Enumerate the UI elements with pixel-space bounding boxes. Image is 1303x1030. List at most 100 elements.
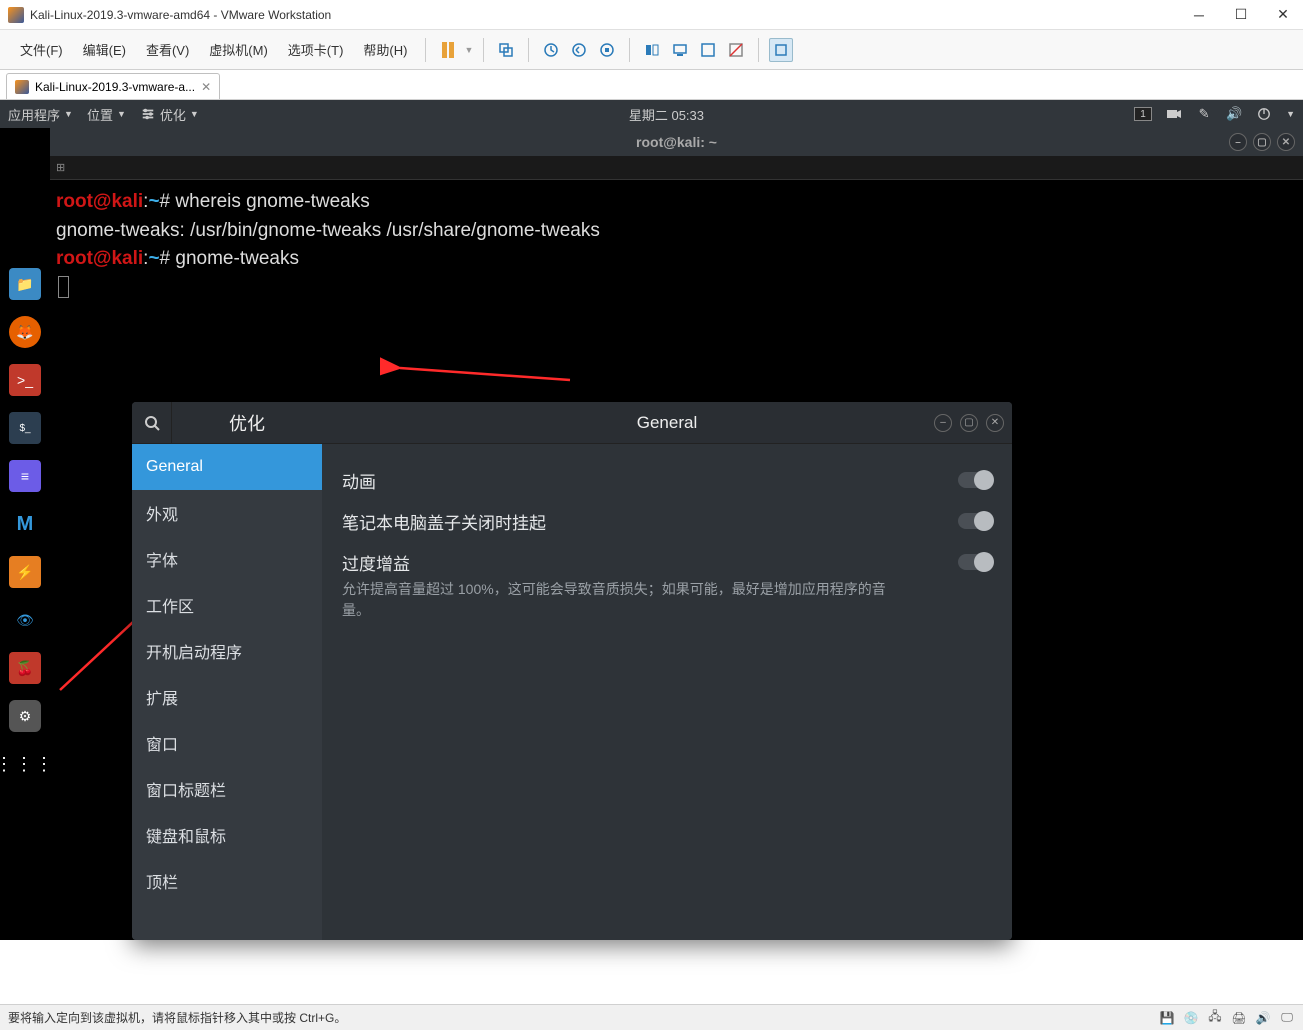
row-lid-label: 笔记本电脑盖子关闭时挂起 <box>342 509 958 534</box>
tweaks-panel-icon <box>140 106 156 122</box>
kali-dock: 📁 🦊 >_ $_ ≡ M ⚡ 👁 🍒 ⚙ ⋮⋮⋮ <box>0 128 50 940</box>
pause-button[interactable] <box>436 38 460 62</box>
tweaks-sidebar: 优化 General 外观 字体 工作区 开机启动程序 扩展 窗口 窗口标题栏 … <box>132 402 322 940</box>
tab-close-icon[interactable]: ✕ <box>201 80 211 94</box>
sidebar-list: General 外观 字体 工作区 开机启动程序 扩展 窗口 窗口标题栏 键盘和… <box>132 444 322 940</box>
menu-help[interactable]: 帮助(H) <box>355 36 415 63</box>
sidebar-item-windows[interactable]: 窗口 <box>132 720 322 766</box>
view-single-icon[interactable] <box>640 38 664 62</box>
sidebar-item-workspaces[interactable]: 工作区 <box>132 582 322 628</box>
close-button[interactable]: ✕ <box>1271 3 1295 27</box>
vm-tab[interactable]: Kali-Linux-2019.3-vmware-a... ✕ <box>6 73 220 99</box>
search-icon <box>144 415 160 431</box>
vm-tab-label: Kali-Linux-2019.3-vmware-a... <box>35 80 195 94</box>
fullscreen-icon[interactable] <box>696 38 720 62</box>
dock-cherry[interactable]: 🍒 <box>9 652 41 684</box>
separator <box>528 38 529 62</box>
snapshot-icon[interactable] <box>494 38 518 62</box>
vmware-logo-icon <box>8 7 24 23</box>
dock-eye[interactable]: 👁 <box>9 604 41 636</box>
sidebar-item-general[interactable]: General <box>132 444 322 490</box>
brush-icon[interactable]: ✎ <box>1196 106 1212 122</box>
separator <box>629 38 630 62</box>
sidebar-item-startup[interactable]: 开机启动程序 <box>132 628 322 674</box>
menu-tabs[interactable]: 选项卡(T) <box>280 36 352 63</box>
panel-optimize[interactable]: 优化▼ <box>140 105 199 124</box>
vmware-tabbar: Kali-Linux-2019.3-vmware-a... ✕ <box>0 70 1303 100</box>
dock-terminal[interactable]: >_ <box>9 364 41 396</box>
dock-editor[interactable]: ≡ <box>9 460 41 492</box>
search-button[interactable] <box>132 402 172 444</box>
switch-animations[interactable] <box>958 472 992 488</box>
dock-metasploit[interactable]: M <box>9 508 41 540</box>
tweaks-close-button[interactable]: ✕ <box>986 414 1004 432</box>
clock-icon[interactable] <box>539 38 563 62</box>
menu-vm[interactable]: 虚拟机(M) <box>201 36 276 63</box>
menu-file[interactable]: 文件(F) <box>12 36 71 63</box>
separator <box>758 38 759 62</box>
tweaks-main: General – ▢ ✕ 动画 笔记本电脑盖子关闭时挂起 <box>322 402 1012 940</box>
row-overamp-label: 过度增益 <box>342 550 958 575</box>
status-usb-icon[interactable]: 🖨 <box>1231 1010 1247 1026</box>
sidebar-item-titlebars[interactable]: 窗口标题栏 <box>132 766 322 812</box>
dock-burp[interactable]: ⚡ <box>9 556 41 588</box>
workspace-indicator[interactable]: 1 <box>1134 107 1152 121</box>
gnome-tweaks-window[interactable]: 优化 General 外观 字体 工作区 开机启动程序 扩展 窗口 窗口标题栏 … <box>132 402 1012 940</box>
dock-firefox[interactable]: 🦊 <box>9 316 41 348</box>
dock-files[interactable]: 📁 <box>9 268 41 300</box>
sidebar-item-topbar[interactable]: 顶栏 <box>132 858 322 904</box>
sidebar-title: 优化 <box>172 410 322 436</box>
window-title: Kali-Linux-2019.3-vmware-amd64 - VMware … <box>30 8 1187 22</box>
tweaks-header: General – ▢ ✕ <box>322 402 1012 444</box>
camera-icon[interactable] <box>1166 106 1182 122</box>
switch-lid-suspend[interactable] <box>958 513 992 529</box>
separator <box>483 38 484 62</box>
clock-back-icon[interactable] <box>567 38 591 62</box>
separator <box>425 38 426 62</box>
sidebar-item-appearance[interactable]: 外观 <box>132 490 322 536</box>
menu-edit[interactable]: 编辑(E) <box>75 36 134 63</box>
vm-tab-icon <box>15 80 29 94</box>
volume-icon[interactable]: 🔊 <box>1226 106 1242 122</box>
library-icon[interactable] <box>769 38 793 62</box>
status-disk-icon[interactable]: 💾 <box>1159 1010 1175 1026</box>
status-sound-icon[interactable]: 🔊 <box>1255 1010 1271 1026</box>
menu-view[interactable]: 查看(V) <box>138 36 197 63</box>
dock-terminal2[interactable]: $_ <box>9 412 41 444</box>
power-icon[interactable] <box>1256 106 1272 122</box>
sidebar-item-extensions[interactable]: 扩展 <box>132 674 322 720</box>
switch-overamp[interactable] <box>958 554 992 570</box>
unity-icon[interactable] <box>724 38 748 62</box>
minimize-button[interactable]: ─ <box>1187 3 1211 27</box>
sidebar-item-fonts[interactable]: 字体 <box>132 536 322 582</box>
vmware-statusbar: 要将输入定向到该虚拟机，请将鼠标指针移入其中或按 Ctrl+G。 💾 💿 🖧 🖨… <box>0 1004 1303 1030</box>
terminal-cursor <box>58 276 69 298</box>
status-text: 要将输入定向到该虚拟机，请将鼠标指针移入其中或按 Ctrl+G。 <box>8 1009 1159 1026</box>
terminal-close-button[interactable]: ✕ <box>1277 133 1295 151</box>
sidebar-item-keyboard[interactable]: 键盘和鼠标 <box>132 812 322 858</box>
terminal-maximize-button[interactable]: ▢ <box>1253 133 1271 151</box>
kali-top-panel: 应用程序▼ 位置▼ 优化▼ 星期二 05:33 1 ✎ 🔊 ▼ <box>0 100 1303 128</box>
guest-display[interactable]: 应用程序▼ 位置▼ 优化▼ 星期二 05:33 1 ✎ 🔊 ▼ 📁 🦊 >_ $… <box>0 100 1303 940</box>
row-animations-label: 动画 <box>342 468 958 493</box>
panel-clock[interactable]: 星期二 05:33 <box>199 105 1134 124</box>
status-cd-icon[interactable]: 💿 <box>1183 1010 1199 1026</box>
view-console-icon[interactable] <box>668 38 692 62</box>
terminal-split-icon[interactable]: ⊞ <box>56 161 65 174</box>
vmware-titlebar: Kali-Linux-2019.3-vmware-amd64 - VMware … <box>0 0 1303 30</box>
status-display-icon[interactable]: 🖵 <box>1279 1010 1295 1026</box>
tweaks-minimize-button[interactable]: – <box>934 414 952 432</box>
dock-settings[interactable]: ⚙ <box>9 700 41 732</box>
clock-manage-icon[interactable] <box>595 38 619 62</box>
maximize-button[interactable]: ☐ <box>1229 3 1253 27</box>
row-overamp-desc: 允许提高音量超过 100%，这可能会导致音质损失；如果可能，最好是增加应用程序的… <box>342 579 902 621</box>
terminal-size-bar: ⊞ <box>50 156 1303 180</box>
terminal-body[interactable]: root@kali:~# whereis gnome-tweaks gnome-… <box>50 180 1303 310</box>
dock-apps[interactable]: ⋮⋮⋮ <box>9 748 41 780</box>
terminal-titlebar: root@kali: ~ – ▢ ✕ <box>50 128 1303 156</box>
tweaks-maximize-button[interactable]: ▢ <box>960 414 978 432</box>
terminal-minimize-button[interactable]: – <box>1229 133 1247 151</box>
panel-places[interactable]: 位置▼ <box>87 105 126 124</box>
panel-applications[interactable]: 应用程序▼ <box>8 105 73 124</box>
status-network-icon[interactable]: 🖧 <box>1207 1010 1223 1026</box>
